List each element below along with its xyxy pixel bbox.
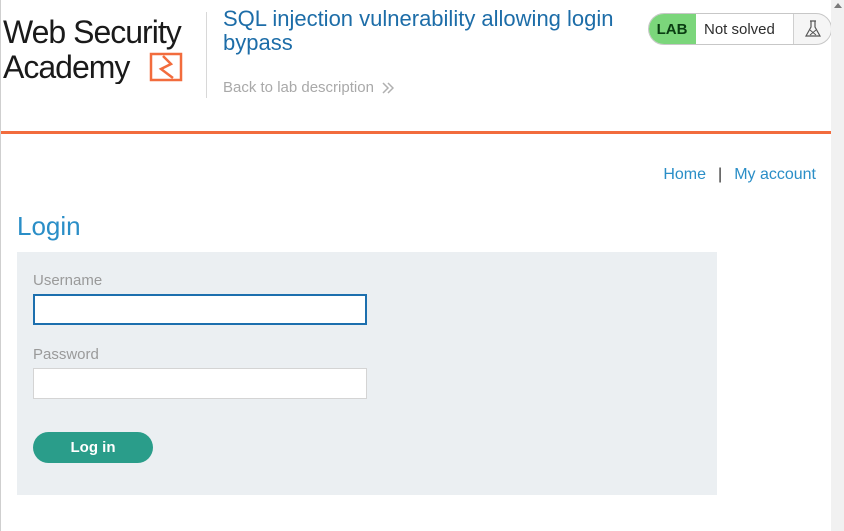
my-account-link[interactable]: My account bbox=[734, 166, 816, 184]
home-link[interactable]: Home bbox=[663, 166, 706, 184]
top-navigation: Home | My account bbox=[663, 166, 816, 184]
flask-icon bbox=[794, 20, 831, 38]
login-form: Username Password Log in bbox=[17, 252, 717, 495]
page-title: Login bbox=[17, 211, 81, 241]
back-to-lab-description-link[interactable]: Back to lab description bbox=[223, 79, 394, 96]
vertical-scrollbar[interactable] bbox=[831, 0, 844, 531]
double-chevron-right-icon bbox=[382, 81, 394, 94]
logo-text-web-security: Web Security bbox=[3, 14, 182, 50]
password-label: Password bbox=[33, 346, 99, 363]
logo-text-academy: Academy bbox=[3, 49, 130, 84]
scroll-up-arrow-icon[interactable] bbox=[831, 0, 844, 10]
lab-status-text: Not solved bbox=[696, 14, 794, 44]
lab-title: SQL injection vulnerability allowing log… bbox=[223, 6, 614, 55]
username-input[interactable] bbox=[33, 294, 367, 325]
nav-separator: | bbox=[718, 166, 723, 183]
lab-badge: LAB bbox=[649, 14, 696, 44]
header-divider bbox=[206, 12, 207, 98]
web-security-academy-logo[interactable]: Web Security Academy bbox=[3, 12, 203, 85]
lab-header: Web Security Academy SQL injection vulne… bbox=[1, 0, 832, 134]
page: Web Security Academy SQL injection vulne… bbox=[0, 0, 832, 531]
lab-status-widget: LAB Not solved bbox=[648, 13, 832, 45]
logo-bolt-icon bbox=[158, 55, 174, 79]
log-in-button[interactable]: Log in bbox=[33, 432, 153, 463]
password-input[interactable] bbox=[33, 368, 367, 399]
logo-graphic: Web Security Academy bbox=[3, 14, 183, 85]
username-label: Username bbox=[33, 272, 103, 289]
back-link-label: Back to lab description bbox=[223, 79, 374, 96]
